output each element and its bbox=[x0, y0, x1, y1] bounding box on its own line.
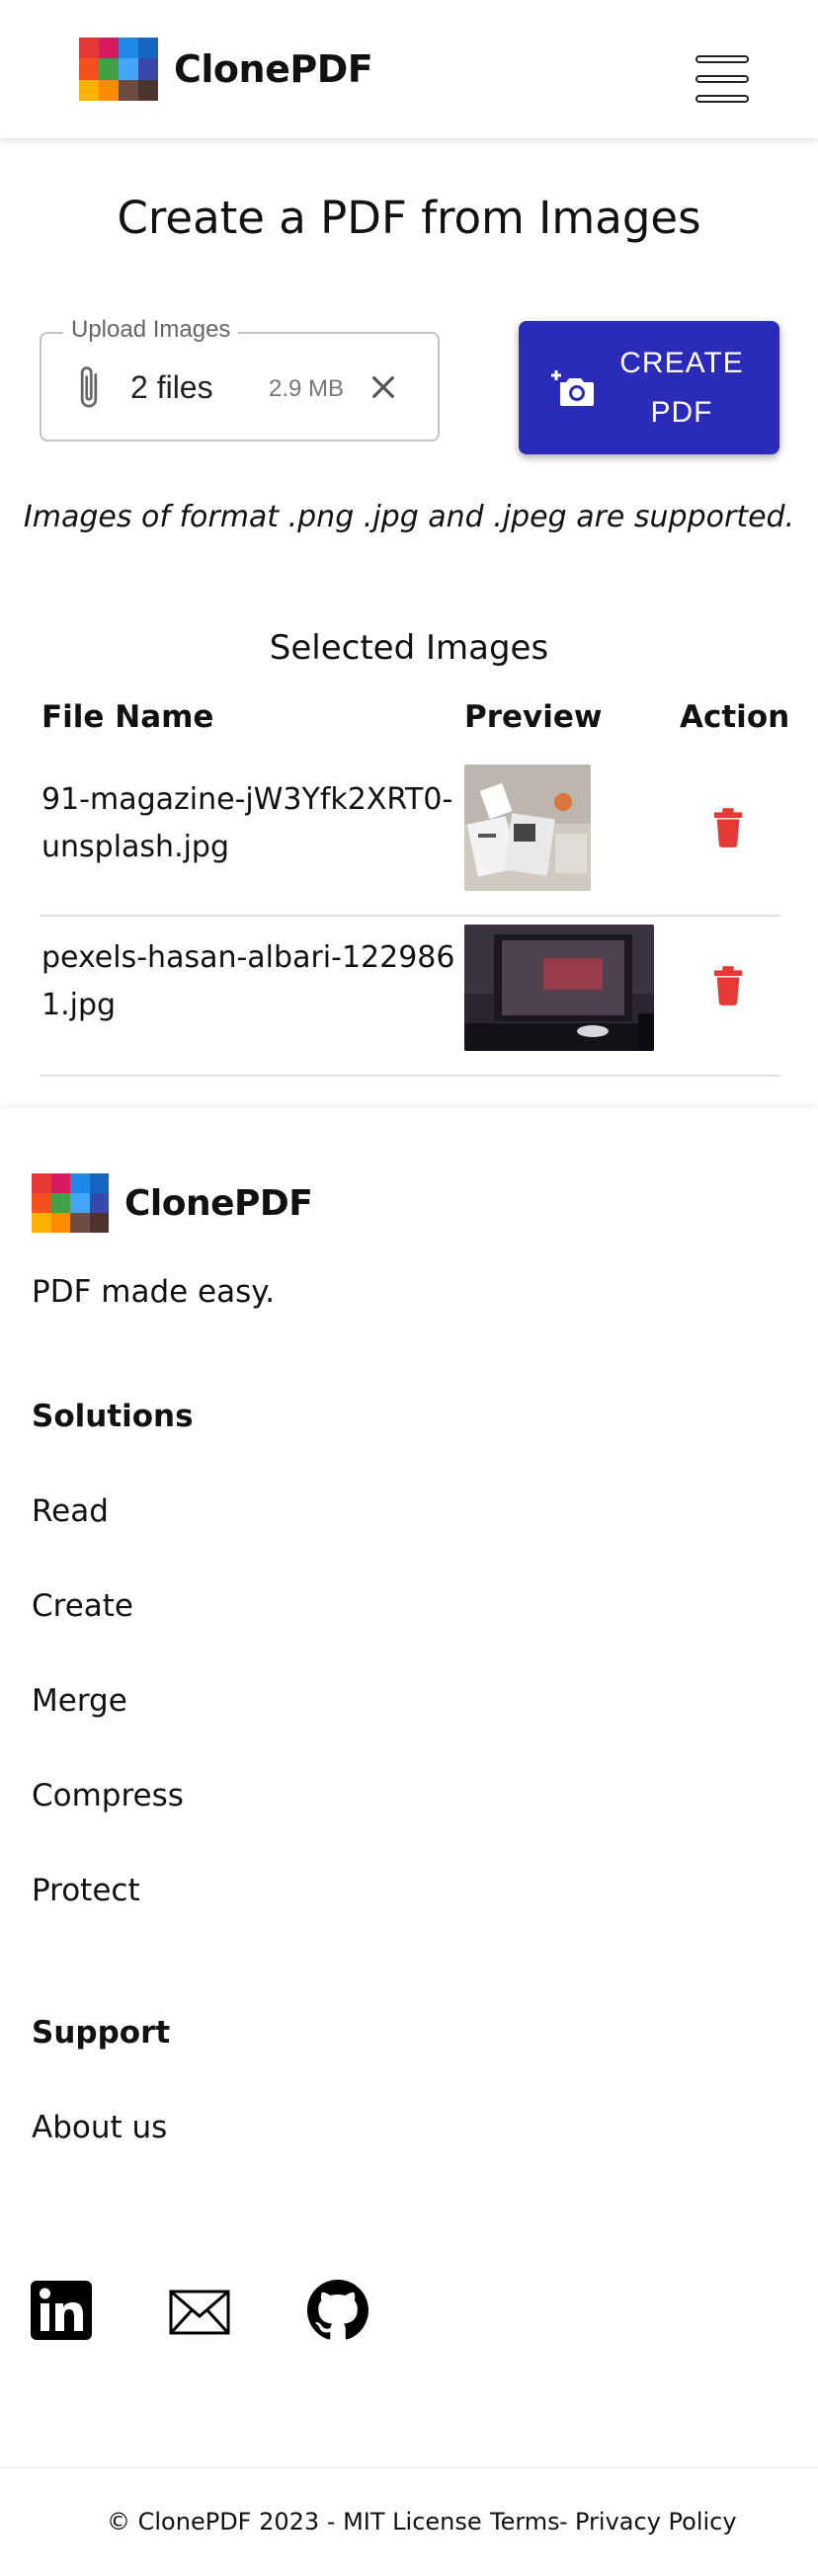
column-header-action: Action bbox=[680, 699, 790, 735]
site-footer: ClonePDF PDF made easy. Solutions Read C… bbox=[0, 1108, 818, 2466]
footer-brand-logo[interactable]: ClonePDF bbox=[32, 1173, 313, 1233]
paperclip-icon bbox=[80, 366, 98, 408]
copyright-bar: © ClonePDF 2023 - MIT License Terms - Pr… bbox=[0, 2466, 818, 2576]
logo-mark-icon bbox=[79, 38, 158, 101]
file-name: pexels-hasan-albari-1229861.jpg bbox=[41, 940, 455, 1022]
table-row: 91-magazine-jW3Yfk2XRT0-unsplash.jpg bbox=[40, 757, 780, 917]
brand-name: ClonePDF bbox=[174, 47, 373, 91]
upload-field-label: Upload Images bbox=[63, 316, 239, 344]
footer-tagline: PDF made easy. bbox=[32, 1274, 276, 1310]
image-preview-thumbnail bbox=[464, 765, 591, 891]
supported-formats-note: Images of format .png .jpg and .jpeg are… bbox=[23, 500, 795, 534]
footer-link-merge[interactable]: Merge bbox=[32, 1683, 127, 1719]
copyright-text: © ClonePDF 2023 - MIT License bbox=[107, 2508, 482, 2536]
close-icon[interactable] bbox=[368, 371, 399, 403]
footer-link-about-us[interactable]: About us bbox=[32, 2110, 167, 2145]
selected-images-heading: Selected Images bbox=[269, 628, 549, 668]
footer-brand-name: ClonePDF bbox=[124, 1182, 313, 1224]
file-name: 91-magazine-jW3Yfk2XRT0-unsplash.jpg bbox=[41, 782, 453, 864]
github-icon[interactable] bbox=[306, 2280, 369, 2341]
hamburger-menu-icon[interactable] bbox=[695, 55, 749, 103]
linkedin-icon[interactable] bbox=[30, 2280, 93, 2341]
image-preview-thumbnail bbox=[464, 925, 654, 1051]
files-count: 2 files bbox=[130, 369, 213, 405]
upload-images-field[interactable]: Upload Images 2 files 2.9 MB bbox=[40, 316, 440, 442]
create-pdf-button[interactable]: CREATE PDF bbox=[519, 321, 779, 454]
link-separator: - bbox=[559, 2508, 568, 2536]
logo-mark-icon bbox=[32, 1173, 109, 1233]
support-heading: Support bbox=[32, 2015, 171, 2051]
brand-logo[interactable]: ClonePDF bbox=[79, 38, 373, 101]
app-header: ClonePDF bbox=[0, 0, 818, 138]
footer-link-read[interactable]: Read bbox=[32, 1493, 109, 1529]
create-pdf-label: CREATE PDF bbox=[619, 347, 744, 429]
trash-icon[interactable] bbox=[711, 808, 745, 847]
footer-link-create[interactable]: Create bbox=[32, 1588, 133, 1624]
privacy-policy-link[interactable]: Privacy Policy bbox=[575, 2508, 737, 2536]
column-header-file-name: File Name bbox=[41, 699, 214, 735]
solutions-heading: Solutions bbox=[32, 1399, 194, 1434]
terms-link[interactable]: Terms bbox=[490, 2508, 560, 2536]
column-header-preview: Preview bbox=[464, 699, 603, 735]
page-title: Create a PDF from Images bbox=[117, 192, 701, 244]
footer-link-protect[interactable]: Protect bbox=[32, 1873, 140, 1908]
table-row: pexels-hasan-albari-1229861.jpg bbox=[40, 917, 780, 1077]
add-photo-camera-icon bbox=[551, 370, 594, 406]
files-size: 2.9 MB bbox=[269, 375, 345, 402]
mail-icon[interactable] bbox=[168, 2288, 231, 2337]
trash-icon[interactable] bbox=[711, 966, 745, 1006]
footer-link-compress[interactable]: Compress bbox=[32, 1778, 184, 1813]
